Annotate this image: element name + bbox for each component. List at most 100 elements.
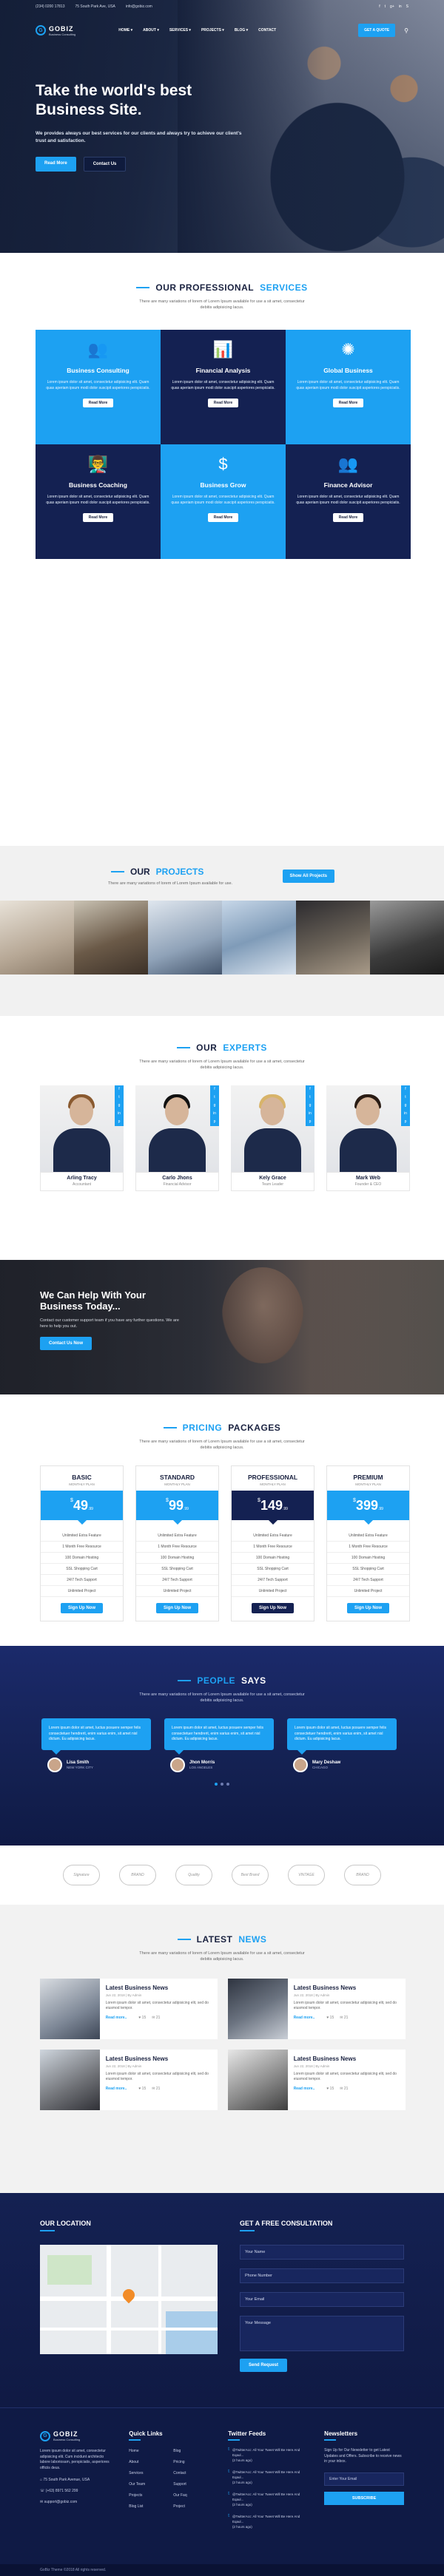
comment-count[interactable]: ✉ 21 — [340, 2087, 348, 2091]
footer-link[interactable]: Home — [129, 2449, 173, 2453]
service-read-more-button[interactable]: Read More — [207, 399, 239, 407]
skype-icon[interactable]: S — [406, 4, 408, 9]
newsletter-email-input[interactable]: Enter Your Email — [324, 2472, 404, 2486]
carousel-dot[interactable] — [221, 1782, 223, 1786]
location-map[interactable] — [40, 2245, 218, 2354]
services-title: OUR PROFESSIONAL SERVICES — [136, 282, 307, 293]
nav-services[interactable]: SERVICES ▾ — [169, 28, 191, 33]
nav-projects[interactable]: PROJECTS ▾ — [201, 28, 224, 33]
social-icons[interactable]: f t g in p — [306, 1085, 314, 1126]
service-read-more-button[interactable]: Read More — [82, 513, 114, 522]
contact-us-now-button[interactable]: Contact Us Now — [40, 1337, 92, 1350]
experts-title: OUR EXPERTS — [177, 1043, 267, 1053]
news-headline[interactable]: Latest Business News — [294, 2055, 400, 2062]
project-image[interactable] — [148, 901, 222, 975]
news-headline[interactable]: Latest Business News — [106, 2055, 212, 2062]
footer-link[interactable]: Services — [129, 2471, 173, 2475]
news-image[interactable] — [228, 1979, 288, 2039]
facebook-icon[interactable]: f — [379, 4, 380, 9]
comment-count[interactable]: ✉ 21 — [152, 2016, 160, 2020]
news-image[interactable] — [40, 2050, 100, 2110]
footer-link[interactable]: Support — [173, 2482, 210, 2487]
social-icons[interactable]: f t g in p — [401, 1085, 410, 1126]
plan-period: MONTHLY PLAN — [69, 1482, 95, 1486]
nav-about[interactable]: ABOUT ▾ — [143, 28, 159, 33]
project-image[interactable] — [370, 901, 444, 975]
linkedin-icon[interactable]: in — [399, 4, 402, 9]
project-image[interactable] — [296, 901, 370, 975]
news-image[interactable] — [228, 2050, 288, 2110]
phone-icon: ☏ — [40, 2489, 46, 2493]
comment-count[interactable]: ✉ 21 — [152, 2087, 160, 2091]
footer-link[interactable]: Our Faq — [173, 2493, 210, 2498]
carousel-dot[interactable] — [226, 1782, 229, 1786]
news-image[interactable] — [40, 1979, 100, 2039]
get-quote-button[interactable]: GET A QUOTE — [358, 24, 396, 37]
hero-contact-button[interactable]: Contact Us — [83, 157, 127, 172]
read-more-link[interactable]: Read more.. — [294, 2016, 315, 2020]
service-text: Lorem ipsum dolor sit amet, consectetur … — [46, 380, 150, 390]
project-image[interactable] — [0, 901, 74, 975]
tweet[interactable]: t @TwitterAcc: All Your Tweet Will Be Her… — [228, 2514, 306, 2529]
email-input[interactable]: Your Email — [240, 2292, 404, 2307]
footer-link[interactable]: Blog List — [129, 2504, 173, 2509]
sign-up-button[interactable]: Sign Up Now — [347, 1603, 389, 1613]
footer-link[interactable]: About — [129, 2460, 173, 2464]
footer-email[interactable]: ✉ support@gobiz.com — [40, 2500, 111, 2504]
plan-feature: 100 Domain Hosting — [327, 1553, 409, 1564]
read-more-link[interactable]: Read more.. — [106, 2087, 127, 2091]
nav-contact[interactable]: CONTACT — [258, 28, 276, 33]
send-request-button[interactable]: Send Request — [240, 2359, 288, 2372]
project-image[interactable] — [74, 901, 148, 975]
tweet[interactable]: t @TwitterAcc: All Your Tweet Will Be Her… — [228, 2447, 306, 2463]
google-plus-icon[interactable]: g+ — [390, 4, 394, 9]
news-headline[interactable]: Latest Business News — [294, 1984, 400, 1991]
service-read-more-button[interactable]: Read More — [82, 399, 114, 407]
sign-up-button[interactable]: Sign Up Now — [156, 1603, 198, 1613]
nav-home[interactable]: HOME ▾ — [118, 28, 132, 33]
show-all-projects-button[interactable]: Show All Projects — [282, 870, 334, 883]
service-read-more-button[interactable]: Read More — [332, 513, 364, 522]
sign-up-button[interactable]: Sign Up Now — [61, 1603, 103, 1613]
twitter-icon[interactable]: t — [385, 4, 386, 9]
like-count[interactable]: ♥ 15 — [138, 2016, 146, 2020]
tweet[interactable]: t @TwitterAcc: All Your Tweet Will Be Her… — [228, 2492, 306, 2507]
like-count[interactable]: ♥ 15 — [326, 2016, 334, 2020]
hero-read-more-button[interactable]: Read More — [36, 157, 76, 172]
carousel-dot[interactable] — [215, 1782, 218, 1786]
service-read-more-button[interactable]: Read More — [332, 399, 364, 407]
search-icon[interactable]: ⚲ — [404, 27, 408, 34]
footer-logo[interactable]: G GOBIZ Business Consulting — [40, 2430, 111, 2441]
message-textarea[interactable]: Your Message — [240, 2316, 404, 2351]
services-subtitle: There are many variations of lorem of Lo… — [139, 299, 305, 310]
footer-link[interactable]: Pricing — [173, 2460, 210, 2464]
name-input[interactable]: Your Name — [240, 2245, 404, 2260]
sign-up-button[interactable]: Sign Up Now — [252, 1603, 294, 1613]
read-more-link[interactable]: Read more.. — [294, 2087, 315, 2091]
service-read-more-button[interactable]: Read More — [207, 513, 239, 522]
tweet[interactable]: t @TwitterAcc: All Your Tweet Will Be Her… — [228, 2470, 306, 2485]
project-image[interactable] — [222, 901, 296, 975]
phone-input[interactable]: Phone Number — [240, 2268, 404, 2283]
footer-link[interactable]: Projects — [129, 2493, 173, 2498]
comment-count[interactable]: ✉ 21 — [340, 2016, 348, 2020]
expert-role: Founder & CEO — [354, 1182, 382, 1187]
service-text: Lorem ipsum dolor sit amet, consectetur … — [171, 380, 275, 390]
social-icons[interactable]: f t g in p — [115, 1085, 124, 1126]
email-text[interactable]: info@gobiz.com — [126, 4, 152, 9]
like-count[interactable]: ♥ 15 — [326, 2087, 334, 2091]
pricing-plan: PREMIUM MONTHLY PLAN $399.99 Unlimited Ex… — [326, 1465, 410, 1621]
footer-link[interactable]: Contact — [173, 2471, 210, 2475]
footer-link[interactable]: Project — [173, 2504, 210, 2509]
news-headline[interactable]: Latest Business News — [106, 1984, 212, 1991]
nav-blog[interactable]: BLOG ▾ — [235, 28, 248, 33]
footer-link[interactable]: Our Team — [129, 2482, 173, 2487]
subscribe-button[interactable]: SUBSCRIBE — [324, 2491, 404, 2505]
read-more-link[interactable]: Read more.. — [106, 2016, 127, 2020]
social-icons[interactable]: f t g in p — [210, 1085, 219, 1126]
plan-feature: 100 Domain Hosting — [136, 1553, 218, 1564]
footer-link[interactable]: Blog — [173, 2449, 210, 2453]
news-excerpt: Lorem ipsum dolor sit amet, consectetur … — [293, 2072, 397, 2081]
like-count[interactable]: ♥ 15 — [138, 2087, 146, 2091]
logo[interactable]: G GOBIZ Business Consulting — [36, 25, 75, 36]
